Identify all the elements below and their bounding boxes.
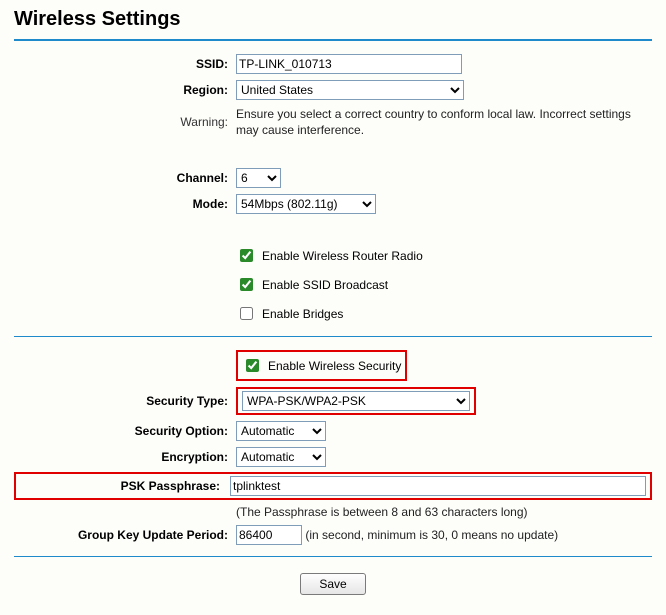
section-divider-top xyxy=(14,39,652,41)
security-type-label: Security Type: xyxy=(14,384,232,418)
region-select[interactable]: United States xyxy=(236,80,464,100)
enable-ssid-label: Enable SSID Broadcast xyxy=(262,278,388,292)
section-divider-bottom xyxy=(14,556,652,557)
enable-radio-checkbox[interactable] xyxy=(240,249,253,262)
ssid-input[interactable] xyxy=(236,54,462,74)
channel-label: Channel: xyxy=(14,165,232,191)
enable-bridges-label: Enable Bridges xyxy=(262,307,343,321)
psk-passphrase-highlight: PSK Passphrase: xyxy=(14,472,652,500)
psk-passphrase-input[interactable] xyxy=(230,476,646,496)
encryption-label: Encryption: xyxy=(14,444,232,470)
encryption-select[interactable]: Automatic xyxy=(236,447,326,467)
enable-security-highlight: Enable Wireless Security xyxy=(236,350,407,381)
group-key-input[interactable] xyxy=(236,525,302,545)
mode-select[interactable]: 54Mbps (802.11g) xyxy=(236,194,376,214)
section-divider-mid xyxy=(14,336,652,337)
group-key-label: Group Key Update Period: xyxy=(14,522,232,548)
ssid-label: SSID: xyxy=(14,51,232,77)
page-title: Wireless Settings xyxy=(14,8,652,31)
security-option-select[interactable]: Automatic xyxy=(236,421,326,441)
security-option-label: Security Option: xyxy=(14,418,232,444)
enable-bridges-checkbox[interactable] xyxy=(240,307,253,320)
psk-note: (The Passphrase is between 8 and 63 char… xyxy=(232,502,652,522)
security-type-highlight: WPA-PSK/WPA2-PSK xyxy=(236,387,476,415)
channel-select[interactable]: 6 xyxy=(236,168,281,188)
settings-form: SSID: Region: United States Warning: Ens… xyxy=(14,51,652,328)
security-form: Enable Wireless Security Security Type: … xyxy=(14,347,652,548)
enable-ssid-checkbox[interactable] xyxy=(240,278,253,291)
psk-passphrase-label: PSK Passphrase: xyxy=(18,479,230,493)
save-button[interactable]: Save xyxy=(300,573,365,595)
security-type-select[interactable]: WPA-PSK/WPA2-PSK xyxy=(242,391,470,411)
warning-text: Ensure you select a correct country to c… xyxy=(232,103,652,141)
mode-label: Mode: xyxy=(14,191,232,217)
warning-label: Warning: xyxy=(14,103,232,141)
region-label: Region: xyxy=(14,77,232,103)
enable-security-label: Enable Wireless Security xyxy=(268,359,401,373)
enable-security-checkbox[interactable] xyxy=(246,359,259,372)
group-key-note: (in second, minimum is 30, 0 means no up… xyxy=(305,528,558,542)
enable-radio-label: Enable Wireless Router Radio xyxy=(262,249,423,263)
